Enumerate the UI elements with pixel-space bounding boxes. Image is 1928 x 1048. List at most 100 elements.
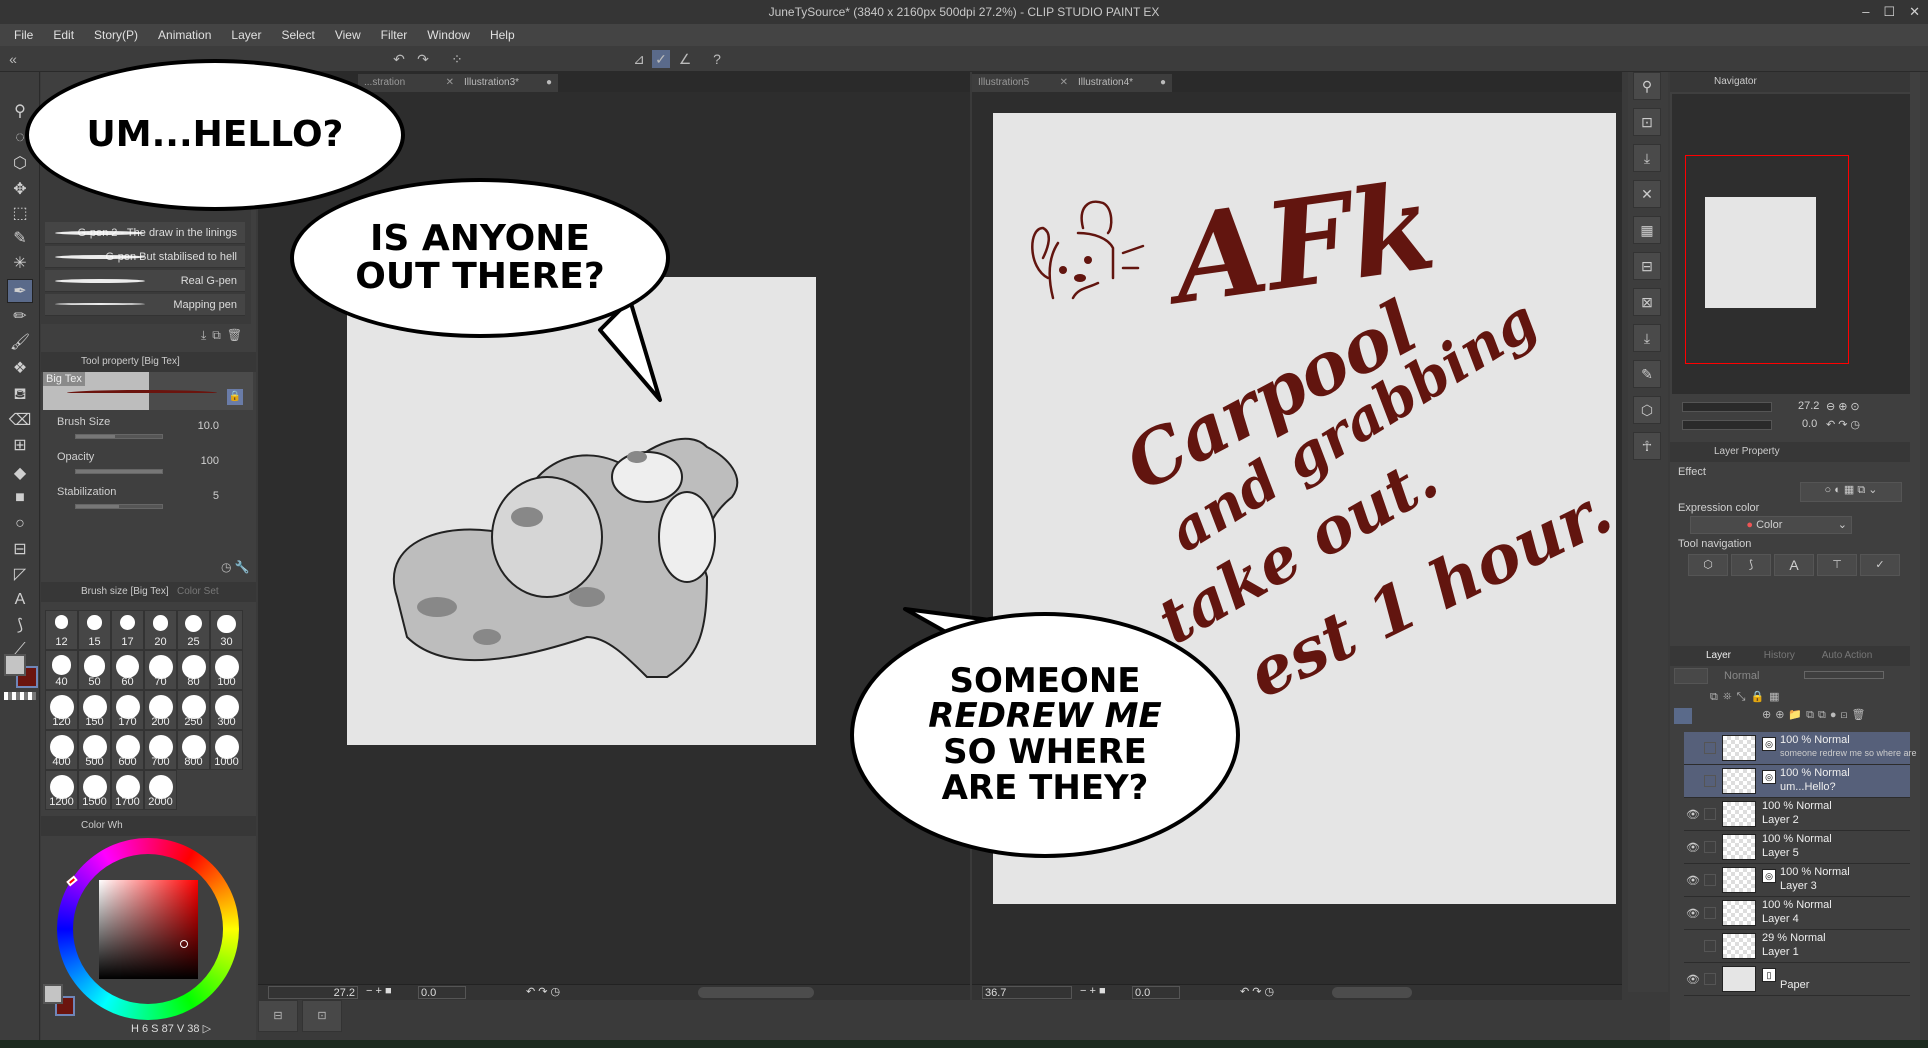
menu-file[interactable]: File bbox=[14, 24, 33, 46]
menu-layer[interactable]: Layer bbox=[231, 24, 261, 46]
tab-color-set[interactable]: Color Set bbox=[177, 586, 219, 597]
brush-size-value[interactable]: 10.0 bbox=[198, 420, 219, 432]
layer-checkbox[interactable] bbox=[1704, 973, 1716, 985]
navigator-zoom-buttons[interactable]: ⊖⊕⊙ bbox=[1826, 400, 1863, 413]
tab-auto-action[interactable]: Auto Action bbox=[1822, 650, 1873, 661]
timeline-toggle-button[interactable]: ⊟ bbox=[258, 1000, 298, 1032]
stabilization-slider[interactable]: Stabilization 5 bbox=[49, 486, 249, 516]
collapse-icon[interactable]: « bbox=[4, 50, 22, 68]
magic-wand-tool-icon[interactable]: ✳ bbox=[7, 252, 33, 276]
brush-size-preset[interactable]: 100 bbox=[210, 650, 243, 690]
move-tool-icon[interactable]: ✥ bbox=[7, 178, 33, 202]
frame-icon[interactable]: ⊟ bbox=[1633, 252, 1661, 280]
layer-row[interactable]: 👁 ◎ 100 % Normal Layer 3 bbox=[1684, 864, 1910, 897]
frame-tool-icon[interactable]: ⊟ bbox=[7, 538, 33, 562]
brush-tool-icon[interactable]: 🖌 bbox=[7, 331, 33, 355]
expression-color-select[interactable]: ● Color ⌄ bbox=[1690, 516, 1852, 534]
3d-icon[interactable]: ⬡ bbox=[1633, 396, 1661, 424]
blend-mode-select[interactable]: Normal bbox=[1724, 670, 1759, 682]
opacity-value[interactable]: 100 bbox=[201, 455, 219, 467]
color-picker-handle[interactable] bbox=[180, 940, 188, 948]
menu-filter[interactable]: Filter bbox=[381, 24, 408, 46]
brush-size-preset[interactable]: 250 bbox=[177, 690, 210, 730]
horizontal-scrollbar[interactable] bbox=[1332, 987, 1412, 998]
saturation-value-square[interactable] bbox=[99, 880, 198, 979]
download-icon[interactable]: ⤓ bbox=[1633, 324, 1661, 352]
brush-size-preset[interactable]: 200 bbox=[144, 690, 177, 730]
navigator-preview[interactable] bbox=[1672, 94, 1910, 394]
import-icon[interactable]: ⤓ bbox=[1633, 144, 1661, 172]
brush-size-preset[interactable]: 400 bbox=[45, 730, 78, 770]
layer-row[interactable]: 👁 100 % Normal Layer 5 bbox=[1684, 831, 1910, 864]
effect-icon[interactable]: ⊠ bbox=[1633, 288, 1661, 316]
rotation-input[interactable]: 0.0 bbox=[1132, 986, 1180, 999]
rotation-controls[interactable]: ↶ ↷ ◷ bbox=[526, 985, 560, 998]
opacity-bar[interactable] bbox=[1804, 671, 1884, 679]
layer-checkbox[interactable] bbox=[1704, 874, 1716, 886]
layer-checkbox[interactable] bbox=[1704, 742, 1716, 754]
ruler-nav-button[interactable]: ⊤ bbox=[1817, 554, 1857, 576]
eyedropper-tool-icon[interactable]: ✎ bbox=[7, 227, 33, 251]
tab-illustration5[interactable]: Illustration5 ✕ bbox=[972, 74, 1072, 92]
transparent-color-swatch[interactable] bbox=[4, 692, 36, 700]
menu-window[interactable]: Window bbox=[427, 24, 470, 46]
brush-size-slider[interactable]: Brush Size 10.0 bbox=[49, 416, 249, 446]
brush-size-preset[interactable]: 15 bbox=[78, 610, 111, 650]
pen-tool-icon[interactable]: ✒ bbox=[7, 279, 33, 303]
lock-icon[interactable]: 🔒 bbox=[227, 389, 243, 405]
layer-row[interactable]: 👁 100 % Normal Layer 4 bbox=[1684, 897, 1910, 930]
brush-size-preset[interactable]: 12 bbox=[45, 610, 78, 650]
sub-tool-item[interactable]: G-pen But stabilised to hell bbox=[45, 246, 245, 268]
hidden-eye-slot[interactable] bbox=[1686, 775, 1700, 787]
object-tool-icon[interactable]: ⬡ bbox=[7, 152, 33, 176]
menu-animation[interactable]: Animation bbox=[158, 24, 211, 46]
eye-icon[interactable]: 👁 bbox=[1686, 874, 1700, 887]
snap-special-ruler-icon[interactable]: ✓ bbox=[652, 50, 670, 68]
layer-checkbox[interactable] bbox=[1704, 808, 1716, 820]
brush-size-preset[interactable]: 1200 bbox=[45, 770, 78, 810]
figure-icon[interactable]: ☥ bbox=[1633, 432, 1661, 460]
text-nav-button[interactable]: A bbox=[1774, 554, 1814, 576]
menu-edit[interactable]: Edit bbox=[53, 24, 74, 46]
snap-ruler-icon[interactable]: ⊿ bbox=[630, 50, 648, 68]
zoom-slider[interactable] bbox=[1682, 402, 1772, 412]
sub-tool-actions[interactable]: ⤓⧉🗑 bbox=[201, 328, 248, 343]
object-nav-button[interactable]: ⬡ bbox=[1688, 554, 1728, 576]
ruler-tool-icon[interactable]: ◸ bbox=[7, 563, 33, 587]
brush-size-preset[interactable]: 17 bbox=[111, 610, 144, 650]
pen-nav-button[interactable]: ✓ bbox=[1860, 554, 1900, 576]
eye-icon[interactable]: 👁 bbox=[1686, 841, 1700, 854]
hidden-eye-slot[interactable] bbox=[1686, 940, 1700, 952]
airbrush-tool-icon[interactable]: ⛾ bbox=[7, 383, 33, 407]
rotation-input[interactable]: 0.0 bbox=[418, 986, 466, 999]
decoration-tool-icon[interactable]: ❖ bbox=[7, 357, 33, 381]
brush-size-preset[interactable]: 40 bbox=[45, 650, 78, 690]
brush-size-preset[interactable]: 20 bbox=[144, 610, 177, 650]
sub-tool-item[interactable]: Mapping pen bbox=[45, 294, 245, 316]
clear-icon[interactable]: ⁘ bbox=[448, 50, 466, 68]
layer-row[interactable]: ◎ 100 % Normal um...Hello? bbox=[1684, 765, 1910, 798]
brush-size-preset[interactable]: 120 bbox=[45, 690, 78, 730]
text-tool-icon[interactable]: A bbox=[7, 588, 33, 612]
layer-lock-icons[interactable]: ⧉⛯⤡🔒▦ bbox=[1710, 690, 1785, 704]
navigator-view-frame[interactable] bbox=[1685, 155, 1849, 364]
blend-tool-icon[interactable]: ⊞ bbox=[7, 434, 33, 458]
sub-tool-item[interactable]: Real G-pen bbox=[45, 270, 245, 292]
layer-checkbox[interactable] bbox=[1704, 841, 1716, 853]
layer-checkbox[interactable] bbox=[1704, 775, 1716, 787]
balloon-tool-icon[interactable]: ⟆ bbox=[7, 614, 33, 638]
snap-grid-icon[interactable]: ∠ bbox=[676, 50, 694, 68]
effect-buttons[interactable]: ○ ◐ ▦ ⧉ ⌄ bbox=[1800, 482, 1902, 502]
layer-list-toggle-icon[interactable] bbox=[1674, 708, 1692, 724]
delete-icon[interactable]: ✕ bbox=[1633, 180, 1661, 208]
close-tab-icon[interactable]: ✕ bbox=[446, 74, 454, 92]
brush-size-preset[interactable]: 500 bbox=[78, 730, 111, 770]
sub-tool-item[interactable]: G-pen 2 - The draw in the linings bbox=[45, 222, 245, 244]
stabilization-value[interactable]: 5 bbox=[213, 490, 219, 502]
redo-icon[interactable]: ↷ bbox=[414, 50, 432, 68]
layer-row[interactable]: 👁 ▯ Paper bbox=[1684, 963, 1910, 996]
tab-layer[interactable]: Layer bbox=[1706, 650, 1731, 661]
rotation-controls[interactable]: ↶ ↷ ◷ bbox=[1240, 985, 1274, 998]
tab-history[interactable]: History bbox=[1764, 650, 1795, 661]
zoom-controls[interactable]: − + ■ bbox=[366, 985, 392, 997]
